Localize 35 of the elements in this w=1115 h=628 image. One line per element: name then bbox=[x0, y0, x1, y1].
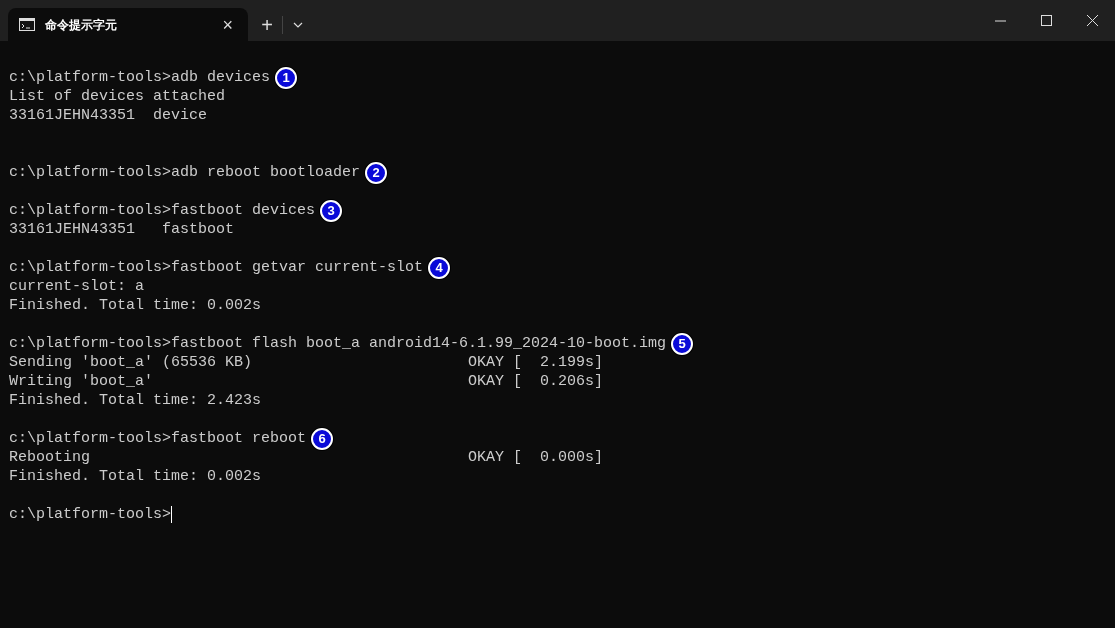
terminal-icon bbox=[19, 18, 35, 31]
minimize-icon bbox=[994, 19, 1006, 22]
terminal-line: Sending 'boot_a' (65536 KB) bbox=[9, 354, 253, 371]
step-marker: 2 bbox=[365, 161, 388, 184]
tab-title: 命令提示字元 bbox=[45, 16, 118, 34]
status-text: OKAY [ 0.206s] bbox=[468, 372, 604, 391]
terminal-line: c:\platform-tools>fastboot getvar current-slot bbox=[9, 258, 424, 277]
step-marker: 3 bbox=[320, 199, 343, 222]
terminal-line: Finished. Total time: 0.002s bbox=[9, 467, 262, 486]
terminal-tab[interactable]: 命令提示字元 × bbox=[8, 8, 248, 41]
terminal-line: Rebooting bbox=[9, 449, 90, 466]
command-prompt: c:\platform-tools> bbox=[9, 505, 172, 524]
terminal-line: current-slot: a bbox=[9, 277, 145, 296]
status-text: OKAY [ 0.000s] bbox=[468, 448, 604, 467]
close-tab-button[interactable]: × bbox=[218, 15, 237, 34]
terminal-line: c:\platform-tools>adb reboot bootloader bbox=[9, 163, 361, 182]
step-marker: 4 bbox=[428, 256, 451, 279]
step-marker: 1 bbox=[275, 66, 298, 89]
close-icon bbox=[1086, 15, 1098, 26]
step-marker: 5 bbox=[671, 332, 694, 355]
terminal-line: List of devices attached bbox=[9, 87, 226, 106]
new-tab-button[interactable]: + bbox=[252, 10, 282, 39]
terminal-line: Writing 'boot_a' bbox=[9, 373, 154, 390]
terminal-line: 33161JEHN43351 fastboot bbox=[9, 220, 235, 239]
terminal-line: Finished. Total time: 0.002s bbox=[9, 296, 262, 315]
terminal-line: c:\platform-tools>fastboot reboot bbox=[9, 429, 307, 448]
status-text: OKAY [ 2.199s] bbox=[468, 353, 604, 372]
terminal-line: c:\platform-tools>adb devices bbox=[9, 68, 271, 87]
terminal-line: c:\platform-tools>fastboot devices bbox=[9, 201, 316, 220]
terminal-line: c:\platform-tools>fastboot flash boot_a android14-6.1.99_2024-10-boot.img bbox=[9, 334, 667, 353]
terminal-line: Finished. Total time: 2.423s bbox=[9, 391, 262, 410]
step-marker: 6 bbox=[311, 427, 334, 450]
chevron-down-icon bbox=[293, 21, 303, 28]
maximize-icon bbox=[1040, 15, 1052, 26]
terminal-line: 33161JEHN43351 device bbox=[9, 106, 208, 125]
